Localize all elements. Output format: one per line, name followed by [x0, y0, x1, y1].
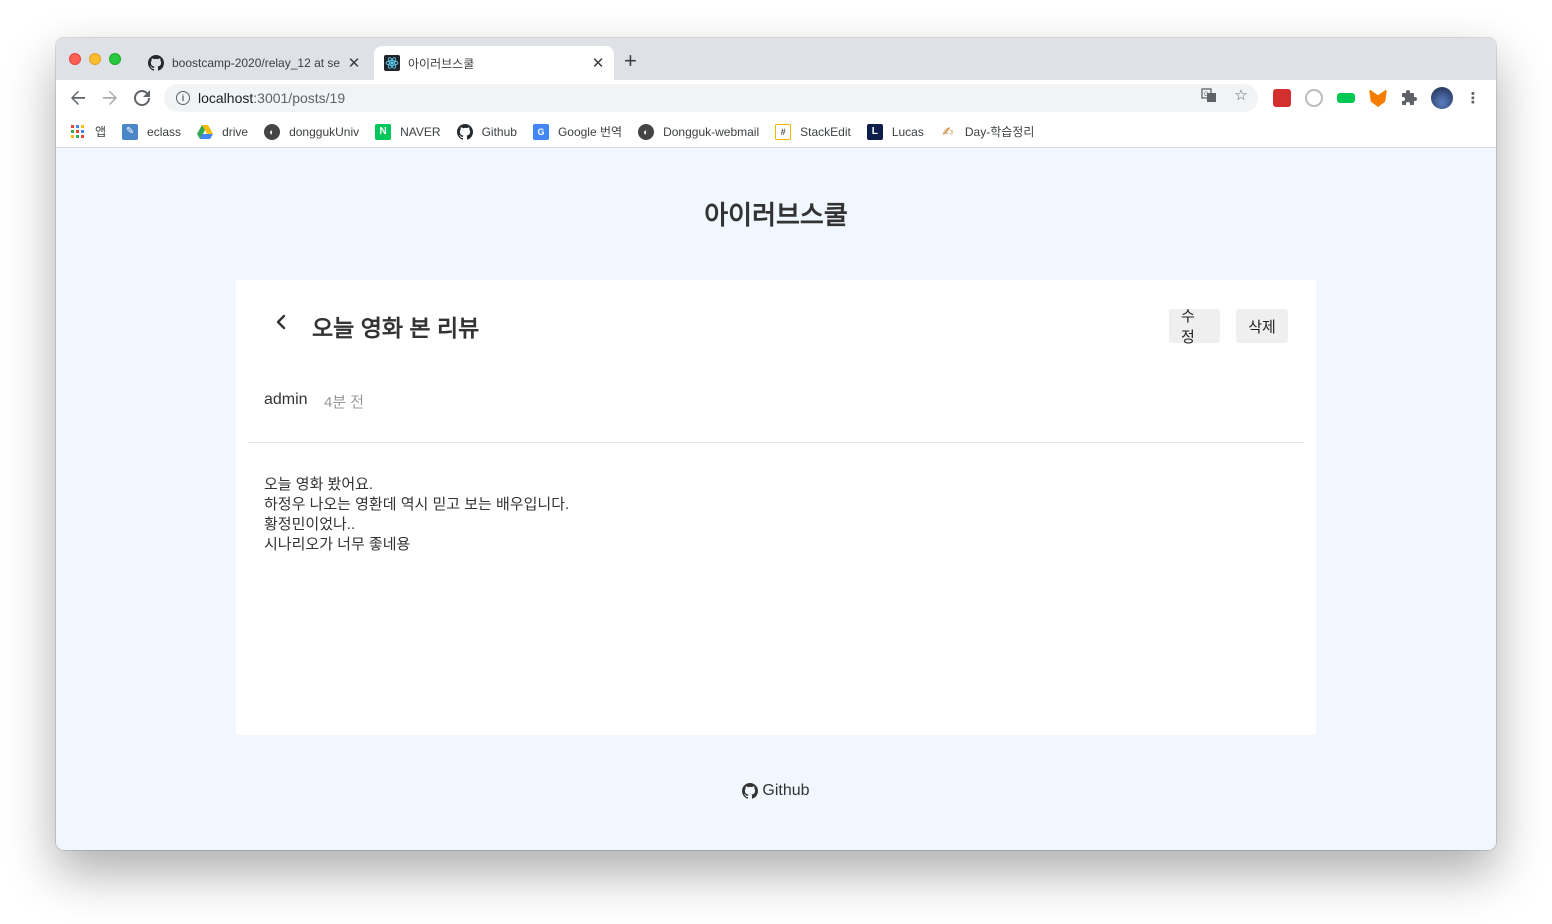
bookmark-stackedit[interactable]: # StackEdit	[775, 123, 851, 140]
footer-github-link[interactable]: Github	[56, 782, 1496, 800]
github-icon	[456, 123, 473, 140]
maximize-window-button[interactable]	[109, 53, 121, 65]
address-bar[interactable]: i localhost:3001/posts/19	[164, 84, 1258, 112]
google-translate-icon: G	[532, 123, 549, 140]
naver-icon: N	[375, 123, 392, 140]
globe-icon: ◐	[638, 123, 655, 140]
minimize-window-button[interactable]	[89, 53, 101, 65]
reload-icon[interactable]	[130, 86, 154, 110]
svg-text:G: G	[1204, 92, 1209, 98]
globe-icon: ◐	[264, 123, 281, 140]
extension-2-icon[interactable]	[1305, 89, 1323, 107]
tab-iloveschool[interactable]: 아이러브스쿨 ✕	[374, 46, 614, 80]
drive-icon	[197, 124, 214, 140]
edit-button[interactable]: 수정	[1169, 308, 1220, 346]
site-info-icon[interactable]: i	[176, 91, 190, 105]
metamask-icon[interactable]	[1369, 89, 1387, 107]
post-card: 오늘 영화 본 리뷰 수정 삭제 admin 4분 전 오늘 영화 봤어요. 하…	[236, 280, 1316, 735]
tab-github[interactable]: boostcamp-2020/relay_12 at se ✕	[138, 46, 370, 80]
site-title[interactable]: 아이러브스쿨	[56, 195, 1496, 232]
github-icon	[148, 55, 164, 71]
new-tab-button[interactable]: +	[624, 50, 637, 72]
github-icon	[742, 783, 759, 799]
extension-ac-icon[interactable]	[1337, 93, 1355, 103]
stackedit-icon: #	[775, 123, 792, 140]
bookmark-star-icon[interactable]: ☆	[1232, 86, 1250, 104]
apps-grid-icon	[70, 124, 86, 140]
bookmark-apps[interactable]: 앱	[70, 123, 106, 140]
post-title: 오늘 영화 본 리뷰	[312, 315, 480, 341]
close-window-button[interactable]	[69, 53, 81, 65]
pen-icon: ✍	[942, 123, 954, 139]
post-content-line: 황정민이었나..	[264, 516, 356, 533]
bookmark-label: Day-학습정리	[964, 125, 1035, 139]
forward-arrow-icon[interactable]	[98, 86, 122, 110]
back-chevron-icon[interactable]	[270, 310, 292, 334]
tab-title: boostcamp-2020/relay_12 at se	[172, 56, 341, 70]
bookmark-lucas[interactable]: L Lucas	[866, 123, 924, 140]
back-arrow-icon[interactable]	[66, 86, 90, 110]
bookmark-label: 앱	[95, 125, 107, 139]
footer-link-label: Github	[762, 782, 810, 799]
post-author: admin	[264, 391, 308, 408]
divider	[248, 442, 1304, 443]
lucas-icon: L	[866, 123, 883, 140]
post-time: 4분 전	[324, 394, 365, 411]
url-path: :3001/posts/19	[253, 90, 346, 106]
menu-kebab-icon[interactable]: ⋮	[1464, 89, 1482, 107]
bookmark-label: eclass	[147, 124, 182, 139]
tab-strip: boostcamp-2020/relay_12 at se ✕ 아이러브스쿨 ✕…	[56, 38, 1496, 80]
extension-1-icon[interactable]	[1273, 89, 1291, 107]
bookmarks-bar: 앱 ✎ eclass drive ◐ donggukUniv N NAVER G…	[56, 116, 1496, 148]
post-content-line: 오늘 영화 봤어요.	[264, 476, 374, 493]
bookmark-label: StackEdit	[800, 124, 851, 139]
delete-button[interactable]: 삭제	[1236, 309, 1288, 343]
bookmark-label: drive	[222, 124, 249, 139]
bookmark-google-translate[interactable]: G Google 번역	[532, 123, 623, 140]
bookmark-label: Google 번역	[557, 125, 623, 139]
bookmark-eclass[interactable]: ✎ eclass	[122, 123, 182, 140]
post-content-line: 하정우 나오는 영환데 역시 믿고 보는 배우입니다.	[264, 496, 570, 513]
bookmark-github[interactable]: Github	[456, 123, 517, 140]
post-content-line: 시나리오가 너무 좋네용	[264, 536, 411, 553]
bookmark-dongguk-webmail[interactable]: ◐ Dongguk-webmail	[638, 123, 760, 140]
puzzle-extensions-icon[interactable]	[1401, 89, 1419, 107]
web-page: 아이러브스쿨 오늘 영화 본 리뷰 수정 삭제 admin 4분 전 오늘 영화…	[56, 149, 1496, 850]
close-tab-icon[interactable]: ✕	[344, 54, 364, 72]
bookmark-label: Lucas	[891, 124, 924, 139]
browser-window: boostcamp-2020/relay_12 at se ✕ 아이러브스쿨 ✕…	[56, 38, 1496, 850]
react-icon	[384, 55, 400, 71]
bookmark-label: Github	[481, 124, 517, 139]
translate-icon[interactable]: G	[1200, 86, 1218, 104]
bookmark-day-study[interactable]: ✍ Day-학습정리	[940, 123, 1035, 140]
bookmark-label: NAVER	[400, 124, 441, 139]
url-host: localhost	[198, 90, 254, 106]
tab-title: 아이러브스쿨	[408, 56, 475, 71]
bookmark-naver[interactable]: N NAVER	[375, 123, 441, 140]
profile-avatar[interactable]	[1431, 87, 1453, 109]
bookmark-drive[interactable]: drive	[197, 124, 248, 140]
bookmark-donggukuniv[interactable]: ◐ donggukUniv	[264, 123, 360, 140]
eclass-icon: ✎	[122, 123, 139, 140]
bookmark-label: donggukUniv	[289, 124, 360, 139]
close-tab-icon[interactable]: ✕	[588, 54, 608, 72]
post-content: 오늘 영화 봤어요. 하정우 나오는 영환데 역시 믿고 보는 배우입니다. 황…	[264, 475, 569, 555]
browser-toolbar: i localhost:3001/posts/19 G ☆ ⋮	[56, 80, 1496, 116]
bookmark-label: Dongguk-webmail	[663, 124, 760, 139]
